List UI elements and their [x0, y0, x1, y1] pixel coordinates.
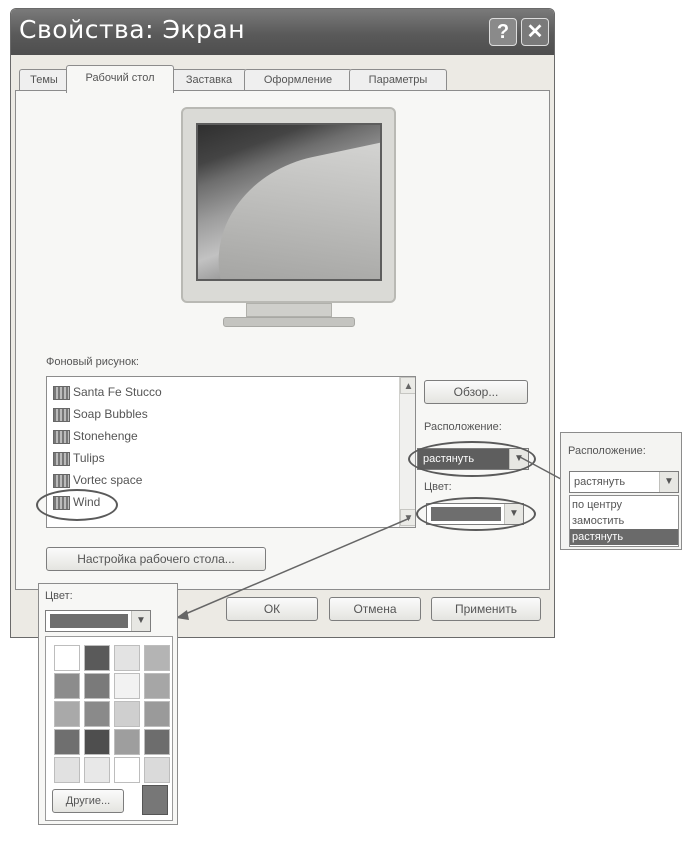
option-center[interactable]: по центру [570, 497, 678, 513]
color-swatch[interactable] [114, 729, 140, 755]
color-swatch[interactable] [54, 701, 80, 727]
color-swatch[interactable] [144, 673, 170, 699]
popup-position-select[interactable]: растянуть ▼ [569, 471, 679, 493]
other-colors-button[interactable]: Другие... [52, 789, 124, 813]
color-swatch[interactable] [54, 757, 80, 783]
color-swatch[interactable] [114, 673, 140, 699]
current-color-swatch [142, 785, 168, 815]
color-grid: Другие... [45, 636, 173, 821]
color-callout-line [175, 517, 411, 619]
color-swatch[interactable] [144, 729, 170, 755]
color-swatch[interactable] [114, 645, 140, 671]
color-swatch[interactable] [54, 645, 80, 671]
tab-desktop[interactable]: Рабочий стол [66, 65, 174, 93]
popup-color-label: Цвет: [45, 590, 73, 602]
color-swatch[interactable] [54, 729, 80, 755]
color-preview [50, 614, 128, 628]
color-swatch[interactable] [144, 701, 170, 727]
color-swatch[interactable] [144, 757, 170, 783]
color-swatch[interactable] [114, 757, 140, 783]
popup-position-value: растянуть [574, 476, 626, 488]
popup-position-label: Расположение: [568, 445, 646, 457]
chevron-down-icon[interactable]: ▼ [131, 611, 150, 631]
option-tile[interactable]: замостить [570, 513, 678, 529]
color-swatch[interactable] [84, 729, 110, 755]
popup-color-select[interactable]: ▼ [45, 610, 151, 632]
chevron-down-icon[interactable]: ▼ [659, 472, 678, 492]
color-swatch[interactable] [84, 645, 110, 671]
color-swatch[interactable] [54, 673, 80, 699]
color-swatch[interactable] [144, 645, 170, 671]
color-swatch[interactable] [114, 701, 140, 727]
position-dropdown-popup: Расположение: растянуть ▼ по центру замо… [560, 432, 682, 550]
color-picker-popup: Цвет: ▼ Другие... [38, 583, 178, 825]
option-stretch[interactable]: растянуть [570, 529, 678, 545]
color-swatch[interactable] [84, 757, 110, 783]
color-swatch[interactable] [84, 673, 110, 699]
color-swatch[interactable] [84, 701, 110, 727]
position-option-list: по центру замостить растянуть [569, 495, 679, 547]
